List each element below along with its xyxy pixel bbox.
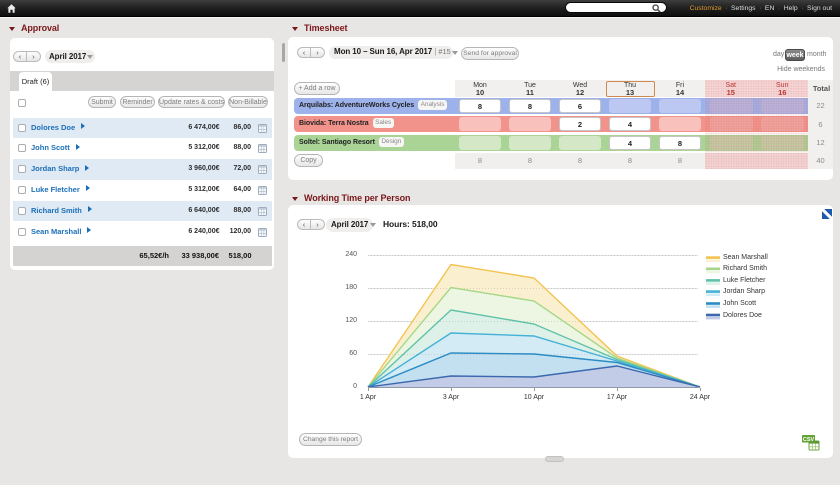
svg-text:CSV: CSV xyxy=(803,437,815,443)
